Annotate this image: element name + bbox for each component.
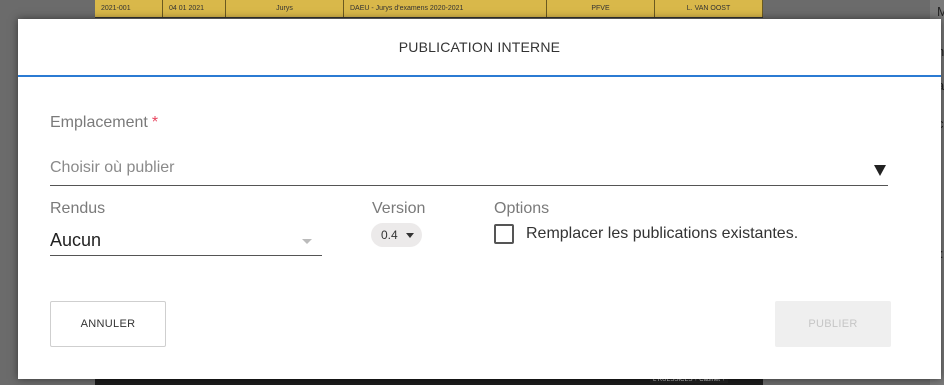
version-label: Version [372,200,426,217]
chevron-down-icon [302,239,312,244]
bg-cell: Jurys [226,0,344,17]
version-value: 0.4 [381,228,398,242]
bg-cell: 04 01 2021 [163,0,226,17]
background-table-row: 2021-001 04 01 2021 Jurys DAEU - Jurys d… [95,0,763,18]
rendus-value: Aucun [50,229,102,250]
location-placeholder: Choisir où publier [50,159,175,176]
replace-label[interactable]: Remplacer les publications existantes. [526,225,798,243]
chevron-down-icon [405,232,414,238]
required-marker: * [151,114,159,131]
publish-button[interactable]: PUBLIER [775,301,891,347]
replace-checkbox[interactable] [494,224,514,244]
replace-option[interactable]: Remplacer les publications existantes. [494,224,798,244]
bg-cell: 2021-001 [95,0,163,17]
bg-cell: PFVE [547,0,655,17]
dropdown-arrow-icon[interactable] [874,165,886,176]
location-label-wrap: Emplacement * [50,114,158,132]
dialog-title: PUBLICATION INTERNE [398,39,561,55]
version-select[interactable]: 0.4 [371,223,422,247]
publication-dialog: PUBLICATION INTERNE Emplacement * Choisir… [18,19,941,379]
location-label: Emplacement [50,114,148,131]
location-select[interactable]: Choisir où publier [50,151,888,186]
options-label: Options [494,200,550,217]
bg-cell: L. VAN OOST [655,0,763,17]
bg-letter: M [937,4,944,19]
cancel-button[interactable]: ANNULER [50,301,166,347]
rendus-select[interactable]: Aucun [50,225,322,256]
rendus-label: Rendus [50,200,106,217]
bg-cell: DAEU - Jurys d'examens 2020-2021 [344,0,547,17]
dialog-header: PUBLICATION INTERNE [18,19,941,77]
